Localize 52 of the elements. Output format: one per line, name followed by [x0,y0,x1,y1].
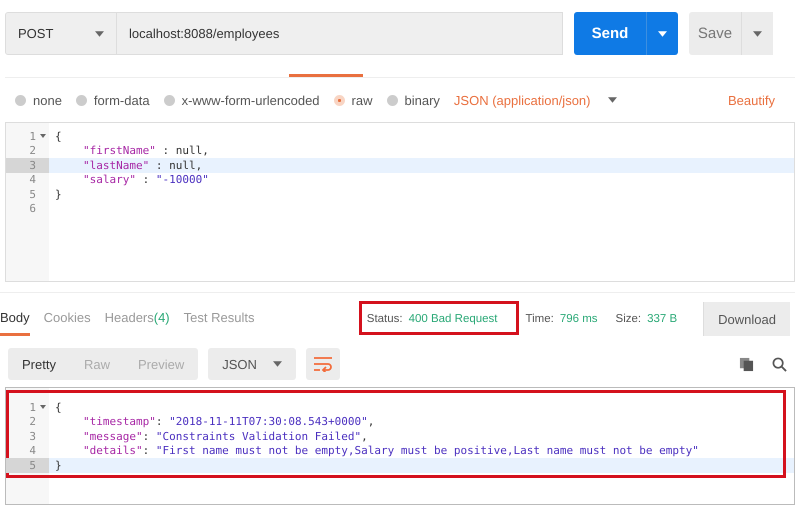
body-type-radio[interactable]: none [15,92,62,108]
time-value: 796 ms [560,313,598,325]
caret-icon [95,30,104,36]
language-dropdown[interactable]: JSON [208,348,296,380]
code-line: } [54,458,62,472]
response-tab[interactable]: Body [0,302,30,336]
fold-icon[interactable] [40,134,46,138]
caret-icon [658,30,667,36]
body-type-radio[interactable]: form-data [76,92,150,108]
line-number: 3 [29,158,36,172]
url-field[interactable]: localhost:8088/employees [117,12,563,55]
size-label: Size: [616,313,642,325]
line-number: 1 [29,130,36,143]
code-line: "timestamp": "2018-11-11T07:30:08.543+0000", [82,415,374,428]
code-line: "salary" : "-10000" [82,173,209,186]
code-line: { [54,400,62,414]
body-type-radio[interactable]: binary [386,92,440,108]
view-mode-tab[interactable]: Pretty [8,348,70,380]
code-line: } [54,188,62,201]
code-line: "firstName" : null, [82,144,209,158]
code-line: "lastName" : null, [82,158,202,172]
line-number: 2 [29,144,36,158]
code-line: "details": "First name must not be empty,Salary must be positive,Last name must not be empty" [82,444,699,458]
line-number: 4 [29,444,36,458]
send-button[interactable]: Send [574,12,646,55]
status-label: Status: [366,313,403,325]
code-line: { [54,130,62,143]
caret-icon [753,30,762,36]
line-number: 5 [29,188,36,201]
status-value: 400 Bad Request [408,313,498,325]
line-number: 1 [29,400,36,414]
wrap-lines-button[interactable] [306,348,340,380]
time-label: Time: [525,313,554,325]
copy-icon[interactable] [739,356,754,372]
caret-icon [272,361,282,367]
line-number: 4 [29,173,36,186]
line-number: 5 [29,458,36,472]
code-editor[interactable]: 1 { 2 "firstName" : null, 3 "lastName" : null, 4 "salary" : "-10000" 5 } 6 [5,122,795,282]
body-type-radio[interactable]: x-www-form-urlencoded [164,92,320,108]
line-number: 2 [29,415,36,428]
body-type-radio[interactable]: raw [334,92,372,108]
fold-icon[interactable] [40,405,46,409]
method-dropdown[interactable]: POST [5,12,117,55]
caret-icon [608,97,618,103]
wrap-icon [312,356,333,372]
line-number: 3 [29,430,36,443]
code-line: "message": "Constraints Validation Failed", [82,430,368,443]
download-button[interactable]: Download [703,302,790,336]
save-button[interactable]: Save [689,12,741,55]
line-number: 6 [29,202,36,216]
size-value: 337 B [647,313,678,325]
search-icon[interactable] [772,356,787,372]
